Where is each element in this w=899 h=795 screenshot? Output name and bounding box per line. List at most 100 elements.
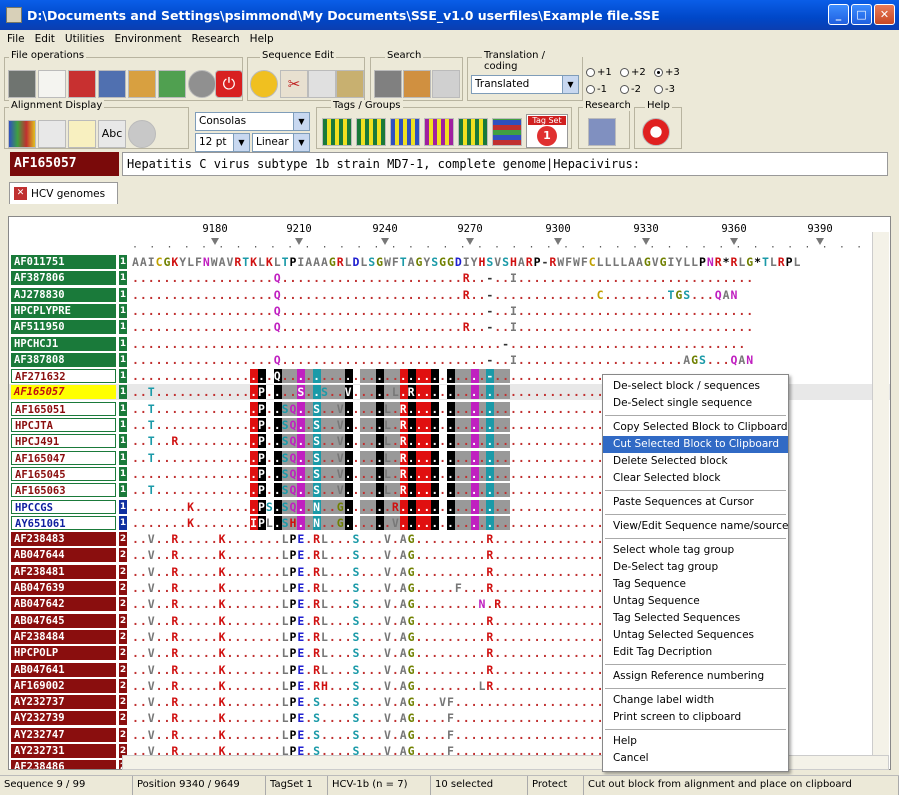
alignment-row[interactable]: AF387808 1 ..................Q............… — [9, 352, 890, 368]
sequence-label[interactable]: AF169002 — [11, 678, 116, 693]
search-down-icon[interactable] — [432, 70, 460, 98]
sequence-label[interactable]: AF165057 — [11, 385, 116, 400]
sequence-label[interactable]: AY232747 — [11, 727, 116, 742]
context-menu-item-untag-selected-sequences[interactable]: Untag Selected Sequences — [603, 627, 788, 644]
font-sample-icon[interactable] — [68, 120, 96, 148]
layout-icon[interactable] — [38, 120, 66, 148]
context-menu-item-view-edit-sequence-name-source[interactable]: View/Edit Sequence name/source — [603, 518, 788, 535]
context-menu-item-cancel[interactable]: Cancel — [603, 750, 788, 767]
context-menu-item-cut-selected-block-to-clipboard[interactable]: Cut Selected Block to Clipboard — [603, 436, 788, 453]
frame-minus3-radio[interactable]: -3 — [654, 84, 675, 95]
context-menu-item-select-whole-tag-group[interactable]: Select whole tag group — [603, 542, 788, 559]
search-next-icon[interactable] — [403, 70, 431, 98]
context-menu-item-untag-sequence[interactable]: Untag Sequence — [603, 593, 788, 610]
sequence-label[interactable]: AF387808 — [11, 352, 116, 367]
context-menu-item-delete-selected-block[interactable]: Delete Selected block — [603, 453, 788, 470]
sequence-label[interactable]: AB047642 — [11, 597, 116, 612]
tag-palette-icon[interactable] — [356, 118, 386, 146]
minimize-button[interactable]: _ — [828, 4, 849, 25]
research-icon[interactable] — [588, 118, 616, 146]
font-size-select[interactable]: 12 pt ▼ — [195, 133, 250, 152]
import-icon[interactable] — [98, 70, 126, 98]
sequence-label[interactable]: HPCHCJ1 — [11, 336, 116, 351]
menu-environment[interactable]: Environment — [110, 33, 185, 45]
context-menu-item-assign-reference-numbering[interactable]: Assign Reference numbering — [603, 668, 788, 685]
export-icon[interactable] — [128, 70, 156, 98]
vertical-scrollbar[interactable] — [872, 232, 889, 757]
sequence-label[interactable]: AF165047 — [11, 450, 116, 465]
context-menu-item-paste-sequences-at-cursor[interactable]: Paste Sequences at Cursor — [603, 494, 788, 511]
alignment-row[interactable]: AJ278830 1 ..................Q............… — [9, 287, 890, 303]
sequence-label[interactable]: AF238484 — [11, 629, 116, 644]
search-binoculars-icon[interactable] — [374, 70, 402, 98]
sequence-residues[interactable]: ........................................… — [132, 336, 890, 352]
sequence-label[interactable]: HPCJTA — [11, 418, 116, 432]
frame-plus3-radio[interactable]: +3 — [654, 67, 680, 78]
sequence-label[interactable]: AF238483 — [11, 532, 116, 547]
save-icon[interactable] — [68, 70, 96, 98]
sequence-label[interactable]: AF011751 — [11, 255, 116, 269]
tag-palette-icon[interactable] — [390, 118, 420, 146]
tag-grid-icon[interactable] — [492, 118, 522, 146]
display-mode-select[interactable]: Linear ▼ — [252, 133, 310, 152]
sequence-label[interactable]: AY232731 — [11, 744, 116, 758]
context-menu-item-help[interactable]: Help — [603, 733, 788, 750]
frame-minus2-radio[interactable]: -2 — [620, 84, 641, 95]
close-tab-icon[interactable]: ✕ — [14, 187, 27, 200]
sequence-label[interactable]: AF165045 — [11, 466, 116, 481]
refresh-icon[interactable] — [158, 70, 186, 98]
tag-palette-icon[interactable] — [322, 118, 352, 146]
close-button[interactable]: ✕ — [874, 4, 895, 25]
new-file-icon[interactable] — [38, 70, 66, 98]
sequence-residues[interactable]: ..................Q.....................… — [132, 287, 890, 303]
sequence-label[interactable]: AF165051 — [11, 401, 116, 416]
context-menu-item-de-select-block-sequences[interactable]: De-select block / sequences — [603, 378, 788, 395]
cut-icon[interactable]: ✂ — [280, 70, 308, 98]
frame-plus2-radio[interactable]: +2 — [620, 67, 646, 78]
sequence-label[interactable]: AJ278830 — [11, 287, 116, 302]
status-protect[interactable]: Protect — [528, 776, 584, 795]
lifebuoy-help-icon[interactable] — [642, 118, 670, 146]
color-scheme-icon[interactable] — [8, 120, 36, 148]
sequence-label[interactable]: AB047641 — [11, 662, 116, 677]
translation-select[interactable]: Translated ▼ — [471, 75, 579, 94]
sequence-residues[interactable]: ..................Q.....................… — [132, 352, 890, 368]
paste-icon[interactable] — [336, 70, 364, 98]
sequence-label[interactable]: AB047639 — [11, 581, 116, 595]
tab-hcv-genomes[interactable]: ✕ HCV genomes — [9, 182, 118, 204]
abc-font-icon[interactable]: Abc — [98, 120, 126, 148]
sequence-label[interactable]: HPCPLYPRE — [11, 303, 116, 318]
tag-palette-icon[interactable] — [458, 118, 488, 146]
sequence-label[interactable]: AF387806 — [11, 271, 116, 286]
alignment-row[interactable]: AF011751 1 AAICGKYLFNWAVRTKLKLTPIAAAGRLDLS… — [9, 254, 890, 270]
sequence-label[interactable]: AF511950 — [11, 320, 116, 335]
undo-icon[interactable] — [250, 70, 278, 98]
sequence-label[interactable]: HPCPOLP — [11, 646, 116, 661]
sequence-residues[interactable]: ..................Q.....................… — [132, 319, 890, 335]
menu-utilities[interactable]: Utilities — [61, 33, 109, 45]
menu-research[interactable]: Research — [188, 33, 244, 45]
settings-gear-icon[interactable] — [188, 70, 216, 98]
sequence-label[interactable]: AF238486 — [11, 760, 116, 769]
tag-palette-icon[interactable] — [424, 118, 454, 146]
context-menu-item-de-select-single-sequence[interactable]: De-Select single sequence — [603, 395, 788, 412]
open-folder-icon[interactable] — [8, 70, 36, 98]
sequence-label[interactable]: HPCCGS — [11, 499, 116, 514]
frame-plus1-radio[interactable]: +1 — [586, 67, 612, 78]
alignment-row[interactable]: AF511950 1 ..................Q............… — [9, 319, 890, 335]
sequence-label[interactable]: AF165063 — [11, 483, 116, 498]
maximize-button[interactable]: □ — [851, 4, 872, 25]
frame-minus1-radio[interactable]: -1 — [586, 84, 607, 95]
context-menu-item-edit-tag-decription[interactable]: Edit Tag Decription — [603, 644, 788, 661]
context-menu-item-copy-selected-block-to-clipboard[interactable]: Copy Selected Block to Clipboard — [603, 419, 788, 436]
context-menu-item-change-label-width[interactable]: Change label width — [603, 692, 788, 709]
context-menu-item-tag-sequence[interactable]: Tag Sequence — [603, 576, 788, 593]
menu-file[interactable]: File — [3, 33, 29, 45]
copy-icon[interactable] — [308, 70, 336, 98]
context-menu-item-print-screen-to-clipboard[interactable]: Print screen to clipboard — [603, 709, 788, 726]
sequence-residues[interactable]: ..................Q.....................… — [132, 303, 890, 319]
current-sequence-description[interactable]: Hepatitis C virus subtype 1b strain MD7-… — [122, 152, 888, 176]
sequence-label[interactable]: AY232739 — [11, 711, 116, 726]
context-menu-item-tag-selected-sequences[interactable]: Tag Selected Sequences — [603, 610, 788, 627]
menu-edit[interactable]: Edit — [31, 33, 59, 45]
